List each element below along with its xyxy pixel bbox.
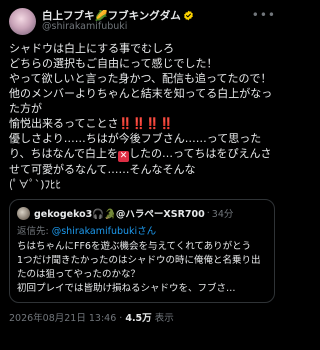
author-name-row: 白上フブキ🌽フブキングダム [42, 10, 275, 22]
cross-mark-icon: ✕ [118, 151, 130, 162]
quoted-post[interactable]: gekogeko3🎧🐊@ハラペーXSR700 · 34分 返信先: @shira… [9, 199, 275, 303]
quote-text: ちはちゃんにFF6を遊ぶ機会を与えてくれてありがとう 1つだけ聞きたかったのはシ… [17, 241, 261, 294]
meta-separator: · [116, 313, 126, 324]
more-options-icon[interactable]: ••• [252, 8, 276, 22]
reply-mention[interactable]: @shirakamifubukiさん [52, 226, 156, 237]
author-names: 白上フブキ🌽フブキングダム @shirakamifubuki [42, 10, 275, 33]
post-meta: 2026年08月21日 13:46 · 4.5万 表示 [9, 310, 275, 324]
reply-prefix: 返信先: [17, 226, 52, 237]
quote-separator: · [206, 207, 210, 219]
post-timestamp[interactable]: 2026年08月21日 13:46 [9, 313, 116, 324]
reply-line: 返信先: @shirakamifubukiさん [17, 223, 267, 237]
author-display-name[interactable]: 白上フブキ🌽フブキングダム [42, 10, 181, 22]
views-label: 表示 [151, 313, 174, 324]
post-line: シャドウは白上にする事でむしろ [9, 42, 175, 55]
post-text: シャドウは白上にする事でむしろ どちらの選択もご自由にって感じでした！ やって欲… [9, 41, 275, 192]
post-line: やって欲しいと言った身かつ、配信も追ってたので！ [9, 72, 272, 85]
verified-badge-icon [183, 10, 193, 21]
author-avatar[interactable] [9, 7, 36, 35]
post-header: 白上フブキ🌽フブキングダム @shirakamifubuki [9, 6, 275, 36]
author-handle[interactable]: @shirakamifubuki [42, 21, 275, 33]
quote-avatar [17, 206, 30, 220]
post-line: 他のメンバーよりちゃんと結末を知ってる白上がなった方が [9, 87, 273, 115]
post-line: (ﾟ∀ﾟ`)ﾌﾋﾋ [9, 178, 62, 191]
post-line: どちらの選択もご自由にって感じでした！ [9, 57, 218, 70]
post-line: 愉悦出来るってことさ [9, 117, 119, 130]
views-count: 4.5万 [125, 313, 152, 324]
quote-time: 34分 [211, 209, 234, 220]
quote-header: gekogeko3🎧🐊@ハラペーXSR700 · 34分 [17, 206, 267, 220]
exclamation-marks: ‼️‼️‼️‼️ [118, 117, 174, 130]
post-card: 白上フブキ🌽フブキングダム @shirakamifubuki ••• シャドウは… [0, 0, 284, 350]
quote-display-name: gekogeko3🎧🐊@ハラペーXSR700 [34, 209, 205, 220]
